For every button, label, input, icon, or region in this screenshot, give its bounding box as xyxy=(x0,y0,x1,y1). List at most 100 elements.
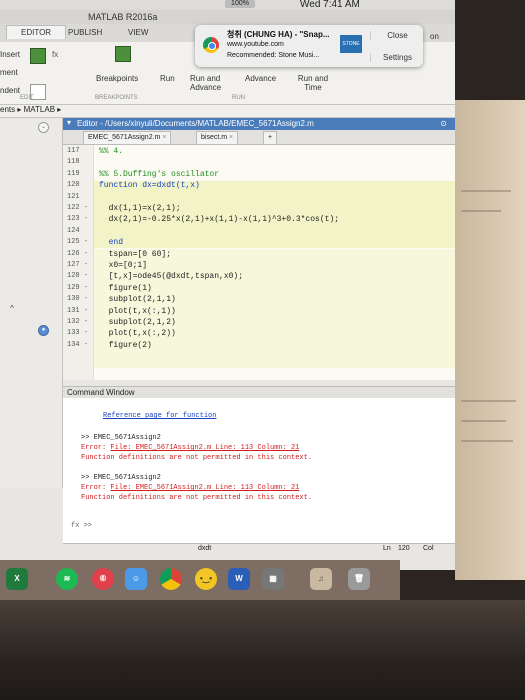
code-line[interactable]: end xyxy=(99,238,123,247)
code-line[interactable]: tspan=[0 60]; xyxy=(99,250,171,259)
error-message: Function definitions are not permitted i… xyxy=(81,454,313,462)
window-title-bar: MATLAB R2016a xyxy=(0,10,455,24)
run-and-time-button[interactable]: Run and Time xyxy=(295,74,331,92)
command-line: >> EMEC_5671Assign2 xyxy=(81,474,161,482)
line-number: 134 - xyxy=(67,340,89,349)
section-breakpoints-label: BREAKPOINTS xyxy=(95,95,138,101)
wechat-icon[interactable]: •‿• xyxy=(195,568,217,590)
close-button[interactable]: Close xyxy=(370,31,424,40)
line-number: 123 - xyxy=(67,215,89,224)
battery-indicator: 100% xyxy=(225,0,255,8)
notification-subtitle: Recommended: Stone Musi... xyxy=(227,52,320,59)
mac-menu-bar: 100% Wed 7:41 AM xyxy=(0,0,455,10)
panel-action-icon[interactable]: ● xyxy=(38,325,49,336)
code-line[interactable]: %% 4. xyxy=(99,147,123,156)
trash-icon[interactable]: 🗑 xyxy=(348,568,370,590)
settings-button[interactable]: Settings xyxy=(370,53,424,62)
mac-dock: X ≋ ⑥ ☺ •‿• W ▦ ♫ 🗑 xyxy=(0,560,400,600)
line-number: 120 xyxy=(67,181,80,190)
desk-surface xyxy=(0,600,525,700)
code-line[interactable]: figure(2) xyxy=(99,341,152,350)
fx-icon[interactable]: fx xyxy=(52,50,58,59)
line-number: 132 - xyxy=(67,318,89,326)
command-prompt[interactable]: fx >> xyxy=(71,522,92,530)
chrome-icon[interactable] xyxy=(160,568,182,590)
code-line[interactable]: [t,x]=ode45(@dxdt,tspan,x0); xyxy=(99,272,243,281)
code-line[interactable]: plot(t,x(:,2)) xyxy=(99,329,176,338)
status-bar: dxdt Ln 120 Col xyxy=(63,543,455,556)
line-number: 121 xyxy=(67,192,80,201)
section-edit-label: EDIT xyxy=(20,95,34,101)
line-number: 125 - xyxy=(67,238,89,247)
tab-editor[interactable]: EDITOR xyxy=(6,25,67,39)
finder-icon[interactable]: ☺ xyxy=(125,568,147,590)
indent-button[interactable]: ndent xyxy=(0,86,20,95)
notification-url: www.youtube.com xyxy=(227,41,284,48)
window-title: MATLAB R2016a xyxy=(88,12,158,22)
code-line[interactable]: dx(1,1)=x(2,1); xyxy=(99,204,181,213)
line-value: 120 xyxy=(398,545,410,552)
close-icon[interactable]: × xyxy=(229,134,233,141)
collapse-arrow-icon[interactable]: ^ xyxy=(10,304,14,313)
insert-button[interactable]: Insert xyxy=(0,50,20,59)
code-line[interactable]: plot(t,x(:,1)) xyxy=(99,307,176,316)
breakpoints-icon[interactable] xyxy=(115,46,131,62)
app-grid-icon[interactable]: ▦ xyxy=(262,568,284,590)
command-window[interactable]: Reference page for function >> EMEC_5671… xyxy=(63,398,455,543)
new-tab-button[interactable]: + xyxy=(263,131,278,145)
tab-label: EMEC_5671Assign2.m xyxy=(88,134,161,141)
insert-icon[interactable] xyxy=(30,48,46,64)
code-line[interactable]: subplot(2,1,1) xyxy=(99,295,176,304)
chrome-icon xyxy=(203,37,219,53)
close-icon[interactable]: × xyxy=(162,134,166,141)
code-line[interactable]: subplot(2,1,2) xyxy=(99,318,176,327)
tab-emec-assign2[interactable]: EMEC_5671Assign2.m × xyxy=(83,131,172,145)
chrome-notification[interactable]: 청취 (CHUNG HA) - "Snap... www.youtube.com… xyxy=(195,25,423,67)
reference-link[interactable]: Reference page for function xyxy=(103,412,216,420)
code-line[interactable]: x0=[0;1] xyxy=(99,261,147,270)
advance-button[interactable]: Advance xyxy=(245,74,276,83)
current-function: dxdt xyxy=(198,545,212,552)
address-bar[interactable]: ents ▸ MATLAB ▸ xyxy=(0,105,455,118)
error-prefix: Error: xyxy=(81,484,111,492)
line-number: 133 - xyxy=(67,329,89,338)
excel-icon[interactable]: X xyxy=(6,568,28,590)
clock: Wed 7:41 AM xyxy=(300,0,360,10)
line-number: 118 xyxy=(67,158,80,167)
line-number: 126 - xyxy=(67,249,89,258)
run-and-advance-button[interactable]: Run and Advance xyxy=(190,74,226,92)
word-icon[interactable]: W xyxy=(228,568,250,590)
command-line: >> EMEC_5671Assign2 xyxy=(81,434,161,442)
editor-title-bar: ▾ Editor - /Users/xinyuli/Documents/MATL… xyxy=(63,118,455,130)
code-line[interactable]: figure(1) xyxy=(99,284,152,293)
tab-view[interactable]: VIEW xyxy=(128,28,148,37)
editor-menu-icon[interactable]: ⊙ xyxy=(440,119,447,128)
code-editor[interactable]: 117 %% 4. 118 119 %% 5.Duffing's oscillator 1… xyxy=(63,145,455,380)
breakpoints-button[interactable]: Breakpoints xyxy=(96,74,138,83)
line-number: 130 - xyxy=(67,295,89,304)
spotify-icon[interactable]: ≋ xyxy=(56,568,78,590)
line-number: 124 xyxy=(67,226,80,235)
background-paper xyxy=(455,100,525,580)
breadcrumb-segment[interactable]: MATLAB xyxy=(24,105,55,114)
breadcrumb-segment[interactable]: ents xyxy=(0,105,15,114)
code-line[interactable]: function dx=dxdt(t,x) xyxy=(99,181,200,190)
tab-bisect[interactable]: bisect.m × xyxy=(196,131,239,145)
run-button[interactable]: Run xyxy=(160,74,175,83)
code-line[interactable]: %% 5.Duffing's oscillator xyxy=(99,170,219,179)
offscreen-label: on xyxy=(430,32,439,41)
tab-label: bisect.m xyxy=(201,134,228,141)
editor-tab-bar: EMEC_5671Assign2.m × bisect.m × + xyxy=(63,130,455,145)
error-line: Error: File: EMEC_5671Assign2.m Line: 11… xyxy=(81,444,299,452)
tab-publish[interactable]: PUBLISH xyxy=(68,28,102,37)
comment-button[interactable]: ment xyxy=(0,68,18,77)
error-file-link[interactable]: File: EMEC_5671Assign2.m Line: 113 Colum… xyxy=(110,444,299,452)
music-icon[interactable]: ♫ xyxy=(310,568,332,590)
panel-menu-icon[interactable]: ⌄ xyxy=(38,122,49,133)
collapse-icon[interactable]: ▾ xyxy=(67,118,71,127)
weibo-icon[interactable]: ⑥ xyxy=(92,568,114,590)
code-line[interactable]: dx(2,1)=-0.25*x(2,1)+x(1,1)-x(1,1)^3+0.3… xyxy=(99,215,339,224)
line-number: 129 - xyxy=(67,283,89,292)
error-file-link[interactable]: File: EMEC_5671Assign2.m Line: 113 Colum… xyxy=(110,484,299,492)
current-folder-panel: ⌄ ^ ● xyxy=(0,118,63,488)
